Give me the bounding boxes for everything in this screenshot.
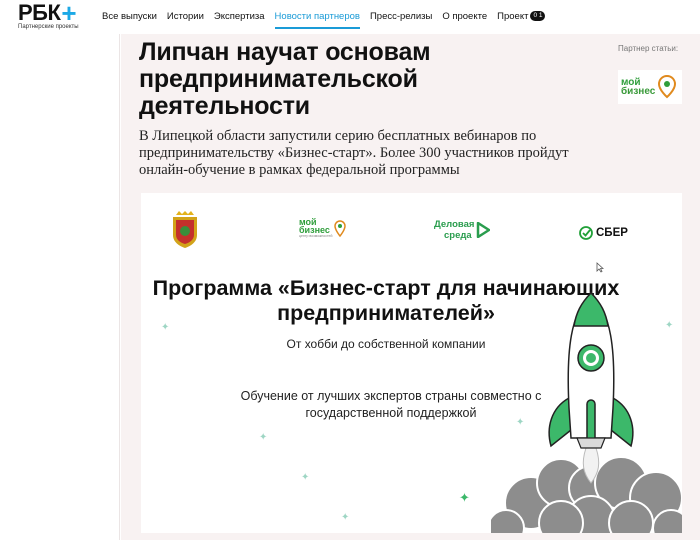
logo-subtitle: Партнерские проекты	[18, 24, 79, 30]
delovaya-line2: среда	[444, 230, 472, 241]
logo-plus: +	[61, 0, 77, 28]
nav-item-project-label: Проект	[497, 11, 529, 22]
sparkle-icon: ✦	[161, 322, 170, 333]
nav-item-press-releases[interactable]: Пресс-релизы	[370, 11, 432, 29]
logo-wordmark: РБК +	[18, 0, 88, 28]
delovaya-line1: Деловая	[434, 219, 475, 230]
sparkle-icon: ✦	[301, 472, 310, 483]
nav-item-all-issues[interactable]: Все выпуски	[102, 11, 157, 29]
banner-logo-moy-biznes: мой бизнес центр возможностей	[299, 218, 347, 239]
banner-pin-icon	[334, 219, 347, 237]
partner-pin-icon	[658, 75, 677, 99]
nav-item-project[interactable]: Проект 0 1	[497, 11, 546, 29]
article-banner-image: мой бизнес центр возможностей Деловая ср…	[141, 193, 682, 533]
delovaya-sreda-play-icon	[477, 222, 491, 238]
article-title: Липчан научат основам предпринимательско…	[139, 38, 431, 120]
banner-logo-sber: СБЕР	[579, 226, 628, 240]
partner-label: Партнер статьи:	[618, 44, 679, 53]
banner-moy-biznes-sub: центр возможностей	[299, 234, 333, 238]
banner-logo-delovaya-sreda: Деловая среда	[434, 219, 491, 241]
partner-logo-moy-biznes[interactable]: мой бизнес	[618, 70, 682, 104]
nav-item-expertise[interactable]: Экспертиза	[214, 11, 265, 29]
lipetsk-coat-of-arms-icon	[173, 211, 197, 248]
sparkle-icon: ✦	[341, 512, 350, 523]
partner-logo-text: мой бизнес	[621, 78, 656, 97]
sber-check-icon	[579, 226, 593, 240]
partner-logo-line2: бизнес	[621, 86, 656, 97]
logo-main-text: РБК	[18, 0, 61, 25]
sber-label: СБЕР	[596, 227, 628, 239]
delovaya-sreda-text: Деловая среда	[434, 219, 474, 241]
top-header: РБК + Партнерские проекты Все выпуски Ис…	[0, 0, 700, 34]
nav-item-about[interactable]: О проекте	[442, 11, 487, 29]
nav-item-stories[interactable]: Истории	[167, 11, 204, 29]
main-nav: Все выпуски Истории Экспертиза Новости п…	[102, 11, 555, 29]
rocket-illustration	[491, 291, 682, 533]
mouse-cursor-icon	[596, 262, 604, 273]
nav-item-partner-news[interactable]: Новости партнеров	[274, 11, 360, 29]
project-badge: 0 1	[530, 11, 546, 22]
article-lead: В Липецкой области запустили серию беспл…	[139, 128, 569, 178]
banner-moy-biznes-line2: бизнес	[299, 225, 330, 235]
rbk-logo[interactable]: РБК + Партнерские проекты	[18, 0, 88, 33]
left-sidebar	[0, 34, 120, 540]
sparkle-icon: ✦	[259, 432, 268, 443]
banner-moy-biznes-text: мой бизнес центр возможностей	[299, 218, 332, 239]
sparkle-icon: ✦	[459, 490, 470, 505]
article-area: Липчан научат основам предпринимательско…	[121, 34, 700, 540]
